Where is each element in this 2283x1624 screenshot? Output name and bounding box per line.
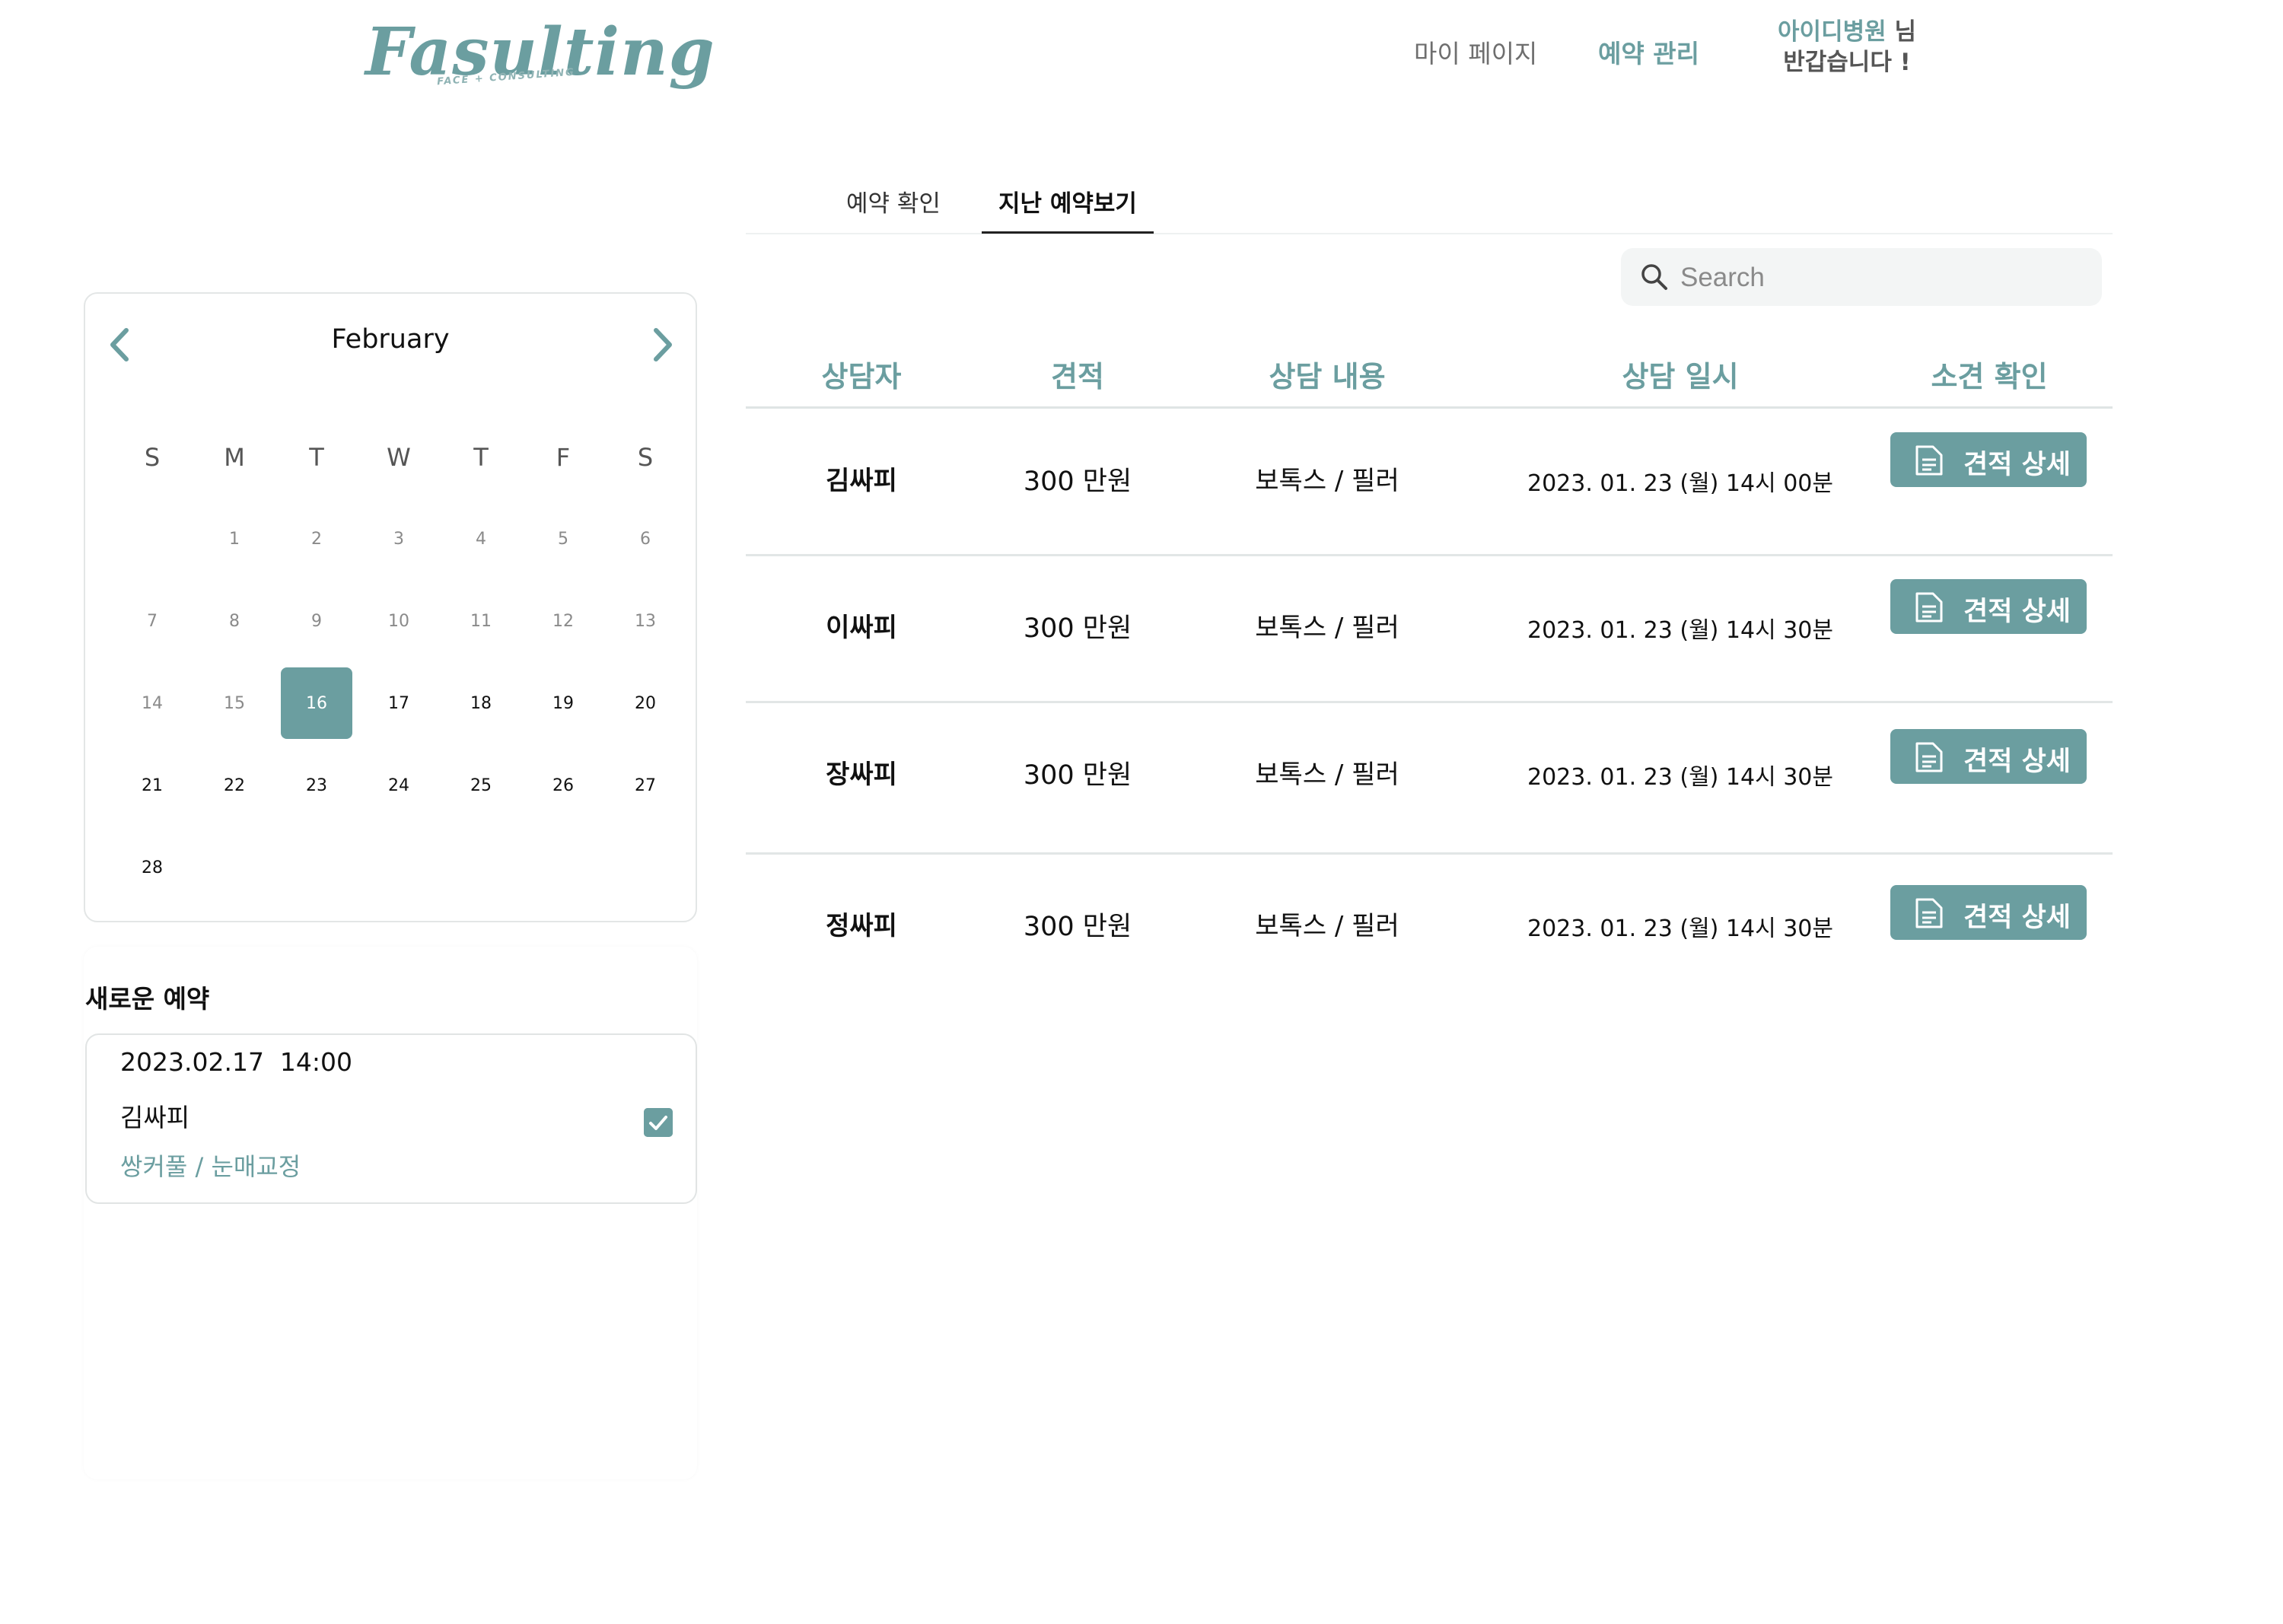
new-reservation-procedure: 쌍커풀 / 눈매교정 [120, 1152, 301, 1181]
tab-reservation-history[interactable]: 지난 예약보기 [982, 175, 1154, 234]
row-content: 보톡스 / 필러 [1255, 759, 1399, 790]
table-row: 김싸피 300 만원 보톡스 / 필러 2023. 01. 23 (월) 14시… [746, 409, 2113, 556]
calendar-day[interactable]: 1 [199, 503, 270, 575]
logo-text: Fasulting [365, 14, 715, 91]
calendar-day[interactable]: 28 [116, 832, 188, 903]
row-name: 이싸피 [826, 613, 897, 643]
calendar-day[interactable]: 17 [363, 667, 435, 739]
weekday-label: F [556, 443, 571, 472]
document-icon [1915, 742, 1943, 772]
document-icon [1915, 445, 1943, 476]
new-reservation-datetime: 2023.02.17 14:00 [120, 1047, 353, 1077]
row-datetime: 2023. 01. 23 (월) 14시 00분 [1527, 470, 1834, 497]
calendar-day[interactable]: 11 [445, 585, 517, 657]
calendar-day[interactable]: 18 [445, 667, 517, 739]
estimate-detail-button[interactable]: 견적 상세 [1890, 432, 2087, 487]
document-icon [1915, 898, 1943, 928]
calendar-day[interactable]: 14 [116, 667, 188, 739]
greeting-line2: 반갑습니다 ! [1783, 49, 1911, 76]
greeting-suffix: 님 [1894, 18, 1916, 46]
row-datetime: 2023. 01. 23 (월) 14시 30분 [1527, 764, 1834, 791]
header-datetime: 상담 일시 [1622, 360, 1739, 393]
calendar-day[interactable]: 10 [363, 585, 435, 657]
row-estimate: 300 만원 [1023, 912, 1132, 942]
estimate-detail-button[interactable]: 견적 상세 [1890, 885, 2087, 940]
calendar-day[interactable]: 13 [610, 585, 681, 657]
calendar-day[interactable]: 5 [527, 503, 599, 575]
row-estimate: 300 만원 [1023, 613, 1132, 644]
row-datetime: 2023. 01. 23 (월) 14시 30분 [1527, 617, 1834, 644]
weekday-label: S [637, 443, 654, 472]
calendar-day[interactable]: 9 [281, 585, 352, 657]
header-counselee: 상담자 [821, 360, 902, 393]
row-estimate: 300 만원 [1023, 760, 1132, 791]
header-opinion: 소견 확인 [1931, 360, 2048, 393]
greeting-user: 아이디병원 [1778, 18, 1887, 46]
nav-reservation-management[interactable]: 예약 관리 [1598, 33, 1699, 70]
estimate-detail-label: 견적 상세 [1963, 450, 2071, 480]
row-content: 보톡스 / 필러 [1255, 613, 1399, 643]
estimate-detail-label: 견적 상세 [1963, 597, 2071, 627]
table-row: 이싸피 300 만원 보톡스 / 필러 2023. 01. 23 (월) 14시… [746, 556, 2113, 703]
row-name: 김싸피 [826, 466, 897, 496]
calendar-day[interactable]: 12 [527, 585, 599, 657]
row-content: 보톡스 / 필러 [1255, 911, 1399, 941]
reservation-tabs: 예약 확인 지난 예약보기 [746, 175, 2113, 234]
calendar-month: February [331, 324, 450, 355]
checkbox-icon[interactable] [644, 1108, 673, 1137]
row-name: 정싸피 [826, 911, 897, 941]
logo[interactable]: Fasulting FACE + CONSULTING [365, 11, 715, 94]
greeting: 아이디병원 님 반갑습니다 ! [1721, 17, 1973, 78]
table-row: 장싸피 300 만원 보톡스 / 필러 2023. 01. 23 (월) 14시… [746, 703, 2113, 855]
row-name: 장싸피 [826, 759, 897, 790]
table-row: 정싸피 300 만원 보톡스 / 필러 2023. 01. 23 (월) 14시… [746, 855, 2113, 999]
estimate-detail-label: 견적 상세 [1963, 903, 2071, 933]
calendar-day[interactable]: 25 [445, 750, 517, 821]
calendar-day[interactable]: 21 [116, 750, 188, 821]
calendar-day[interactable]: 3 [363, 503, 435, 575]
calendar-day[interactable]: 23 [281, 750, 352, 821]
calendar-day[interactable]: 4 [445, 503, 517, 575]
weekday-label: W [387, 443, 411, 472]
table-header: 상담자 견적 상담 내용 상담 일시 소견 확인 [746, 341, 2113, 409]
weekday-label: T [309, 443, 324, 472]
calendar-day[interactable]: 2 [281, 503, 352, 575]
new-reservation-card[interactable]: 2023.02.17 14:00 김싸피 쌍커풀 / 눈매교정 [85, 1033, 697, 1204]
calendar: February S M T W T F S 1 2 3 4 5 6 7 8 9 10 11 12 13… [84, 292, 697, 922]
calendar-day[interactable]: 20 [610, 667, 681, 739]
estimate-detail-button[interactable]: 견적 상세 [1890, 729, 2087, 784]
row-datetime: 2023. 01. 23 (월) 14시 30분 [1527, 915, 1834, 942]
calendar-day[interactable]: 22 [199, 750, 270, 821]
calendar-day[interactable]: 27 [610, 750, 681, 821]
nav-mypage[interactable]: 마이 페이지 [1414, 33, 1537, 70]
calendar-day-selected[interactable]: 16 [281, 667, 352, 739]
row-content: 보톡스 / 필러 [1255, 466, 1399, 496]
calendar-day[interactable]: 15 [199, 667, 270, 739]
calendar-day[interactable]: 26 [527, 750, 599, 821]
tab-reservation-history-label: 지난 예약보기 [998, 190, 1137, 218]
header-content: 상담 내용 [1269, 360, 1386, 393]
new-reservation-name: 김싸피 [120, 1103, 190, 1132]
weekday-label: S [144, 443, 161, 472]
calendar-day[interactable]: 8 [199, 585, 270, 657]
estimate-detail-label: 견적 상세 [1963, 747, 2071, 777]
tab-reservation-confirm[interactable]: 예약 확인 [846, 184, 941, 218]
search-icon [1641, 264, 1667, 290]
document-icon [1915, 592, 1943, 623]
header-estimate: 견적 [1051, 360, 1104, 393]
weekday-label: M [224, 443, 245, 472]
estimate-detail-button[interactable]: 견적 상세 [1890, 579, 2087, 634]
left-panel-background [84, 947, 697, 1479]
calendar-day[interactable]: 6 [610, 503, 681, 575]
calendar-day[interactable]: 7 [116, 585, 188, 657]
new-reservation-title: 새로운 예약 [85, 984, 210, 1014]
search-box [1621, 248, 2102, 306]
chevron-right-icon[interactable] [648, 326, 679, 364]
calendar-day[interactable]: 24 [363, 750, 435, 821]
search-input[interactable] [1679, 254, 2085, 301]
weekday-label: T [473, 443, 489, 472]
calendar-day[interactable]: 19 [527, 667, 599, 739]
row-estimate: 300 만원 [1023, 467, 1132, 497]
